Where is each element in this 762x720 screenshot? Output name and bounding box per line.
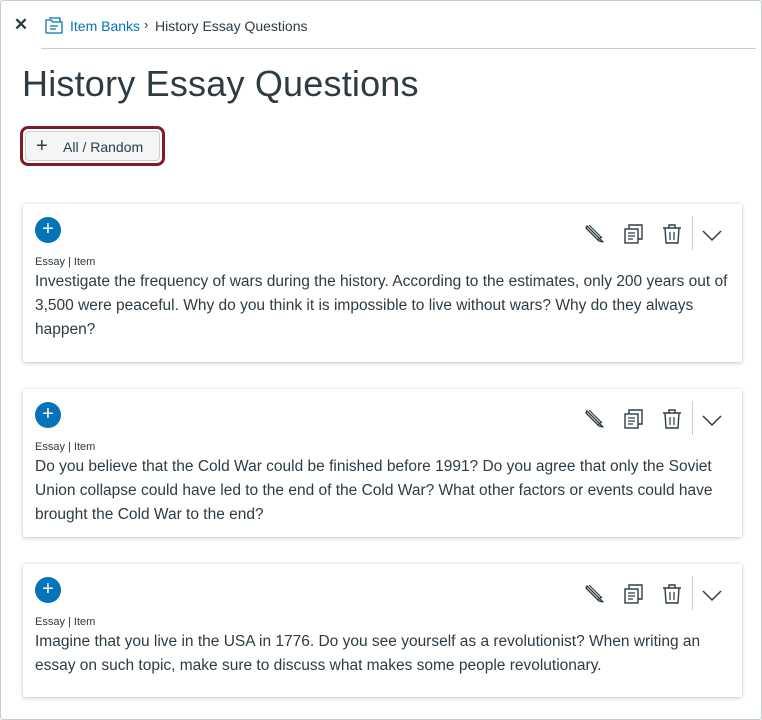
copy-icon[interactable] — [622, 582, 646, 606]
item-type-label: Essay | Item — [35, 616, 96, 628]
item-question-text: Investigate the frequency of wars during… — [35, 273, 728, 338]
breadcrumb-separator: › — [144, 17, 149, 32]
add-item-icon[interactable]: + — [35, 402, 61, 428]
item-question-text: Imagine that you live in the USA in 1776… — [35, 633, 701, 674]
add-item-icon[interactable]: + — [35, 217, 61, 243]
copy-icon[interactable] — [622, 222, 646, 246]
add-button-label: All / Random — [63, 139, 144, 155]
toolbar-divider — [692, 216, 693, 250]
item-question-text: Do you believe that the Cold War could b… — [35, 458, 713, 523]
chevron-down-icon[interactable] — [700, 583, 724, 607]
trash-icon[interactable] — [660, 407, 684, 431]
chevron-down-icon[interactable] — [700, 408, 724, 432]
item-card: + Essay | Item Imagine that you live in … — [23, 564, 742, 697]
toolbar-divider — [692, 576, 693, 610]
trash-icon[interactable] — [660, 582, 684, 606]
breadcrumb-current: History Essay Questions — [155, 18, 308, 34]
item-bank-icon — [45, 17, 63, 34]
item-card: + Essay | Item Investigate the frequency… — [23, 204, 742, 362]
chevron-down-icon[interactable] — [700, 223, 724, 247]
page-title: History Essay Questions — [22, 63, 419, 104]
item-card: + Essay | Item Do you believe that the C… — [23, 389, 742, 537]
item-type-label: Essay | Item — [35, 441, 96, 453]
copy-icon[interactable] — [622, 407, 646, 431]
add-item-icon[interactable]: + — [35, 577, 61, 603]
header-divider — [41, 48, 756, 49]
toolbar-divider — [692, 401, 693, 435]
top-bar: ✕ Item Banks › History Essay Questions — [1, 1, 761, 49]
trash-icon[interactable] — [660, 222, 684, 246]
item-bank-window: ✕ Item Banks › History Essay Questions H… — [0, 0, 762, 720]
item-type-label: Essay | Item — [35, 256, 96, 268]
close-icon[interactable]: ✕ — [11, 15, 31, 35]
breadcrumb-item-banks-link[interactable]: Item Banks — [70, 18, 140, 34]
pencil-icon[interactable] — [583, 582, 607, 606]
pencil-icon[interactable] — [583, 407, 607, 431]
add-all-random-button[interactable]: + All / Random — [25, 131, 160, 161]
plus-icon: + — [36, 135, 48, 157]
pencil-icon[interactable] — [583, 222, 607, 246]
